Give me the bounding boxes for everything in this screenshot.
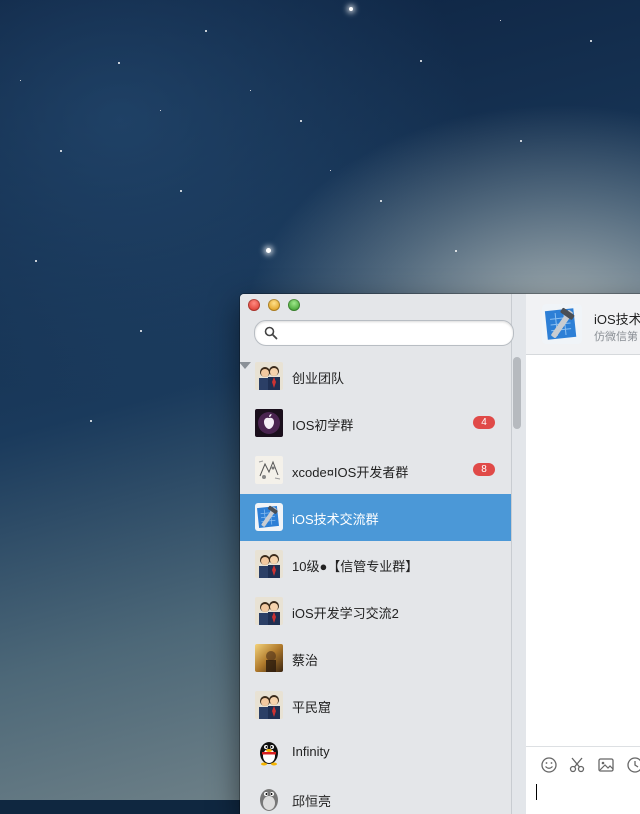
list-item[interactable]: 蔡治 [240, 635, 511, 682]
search-field[interactable] [254, 320, 514, 346]
xcode-avatar [542, 304, 582, 344]
message-input-cursor[interactable] [536, 784, 537, 800]
star [118, 62, 120, 64]
conversation-name: 邱恒亮 [292, 794, 332, 809]
search-input[interactable] [283, 323, 507, 343]
group-avatar [255, 550, 283, 578]
star [250, 90, 251, 91]
star [380, 200, 382, 202]
conversation-name: IOS初学群 [292, 418, 354, 433]
photo-avatar [255, 644, 283, 672]
conversation-name: iOS技术交流群 [292, 512, 379, 527]
star [60, 150, 62, 152]
conversation-name: xcode¤IOS开发者群 [292, 465, 409, 480]
xcode-avatar [255, 503, 283, 531]
conversation-sidebar: 创业团队 IOS初学群 4 xcode¤IOS开发者群 8 iOS技术交流群 1… [240, 294, 521, 814]
star [455, 250, 457, 252]
penguin-avatar [255, 785, 283, 813]
star [35, 260, 37, 262]
conversation-name: 创业团队 [292, 371, 345, 386]
conversation-list: 创业团队 IOS初学群 4 xcode¤IOS开发者群 8 iOS技术交流群 1… [240, 353, 511, 814]
qq-window: 创业团队 IOS初学群 4 xcode¤IOS开发者群 8 iOS技术交流群 1… [240, 294, 640, 814]
conversation-name: 平民窟 [292, 700, 332, 715]
zoom-button[interactable] [288, 299, 300, 311]
group-avatar [255, 597, 283, 625]
list-scrollbar[interactable] [513, 357, 521, 429]
star [205, 30, 207, 32]
list-item[interactable]: iOS开发学习交流2 [240, 588, 511, 635]
conversation-name: 10级●【信管专业群】 [292, 559, 419, 574]
conversation-name: Infinity [292, 744, 330, 759]
list-item[interactable]: xcode¤IOS开发者群 8 [240, 447, 511, 494]
penguin-avatar [255, 738, 283, 766]
chat-subtitle: 仿微信第 [594, 331, 638, 343]
star [500, 20, 501, 21]
star [590, 40, 592, 42]
conversation-name: iOS开发学习交流2 [292, 606, 399, 621]
scissors-icon[interactable] [568, 756, 586, 774]
emoji-icon[interactable] [540, 756, 558, 774]
list-item[interactable]: 10级●【信管专业群】 [240, 541, 511, 588]
chat-toolbar [526, 746, 640, 781]
star [420, 60, 422, 62]
list-item[interactable]: iOS技术交流群 [240, 494, 511, 541]
chat-header: iOS技术 仿微信第 [526, 294, 640, 355]
group-avatar [255, 362, 283, 390]
history-icon[interactable] [626, 756, 640, 774]
conversation-name: 蔡治 [292, 653, 319, 668]
sketch-avatar [255, 456, 283, 484]
star [20, 80, 21, 81]
star [160, 110, 161, 111]
group-avatar [255, 691, 283, 719]
chat-pane: iOS技术 仿微信第 [526, 294, 640, 814]
list-item[interactable]: Infinity [240, 729, 511, 776]
apple-avatar [255, 409, 283, 437]
image-icon[interactable] [597, 756, 615, 774]
star [266, 248, 271, 253]
list-item[interactable]: 邱恒亮 [240, 776, 511, 814]
unread-badge: 8 [473, 463, 495, 476]
search-icon [264, 326, 278, 340]
list-item[interactable]: IOS初学群 4 [240, 400, 511, 447]
star [300, 120, 302, 122]
close-button[interactable] [248, 299, 260, 311]
star [330, 170, 331, 171]
list-item[interactable]: 创业团队 [240, 353, 511, 400]
star [140, 330, 142, 332]
star [180, 190, 182, 192]
minimize-button[interactable] [268, 299, 280, 311]
star [90, 420, 92, 422]
chat-title: iOS技术 [594, 312, 640, 327]
unread-badge: 4 [473, 416, 495, 429]
star [520, 140, 522, 142]
star [349, 7, 353, 11]
window-controls [248, 299, 300, 311]
list-item[interactable]: 平民窟 [240, 682, 511, 729]
